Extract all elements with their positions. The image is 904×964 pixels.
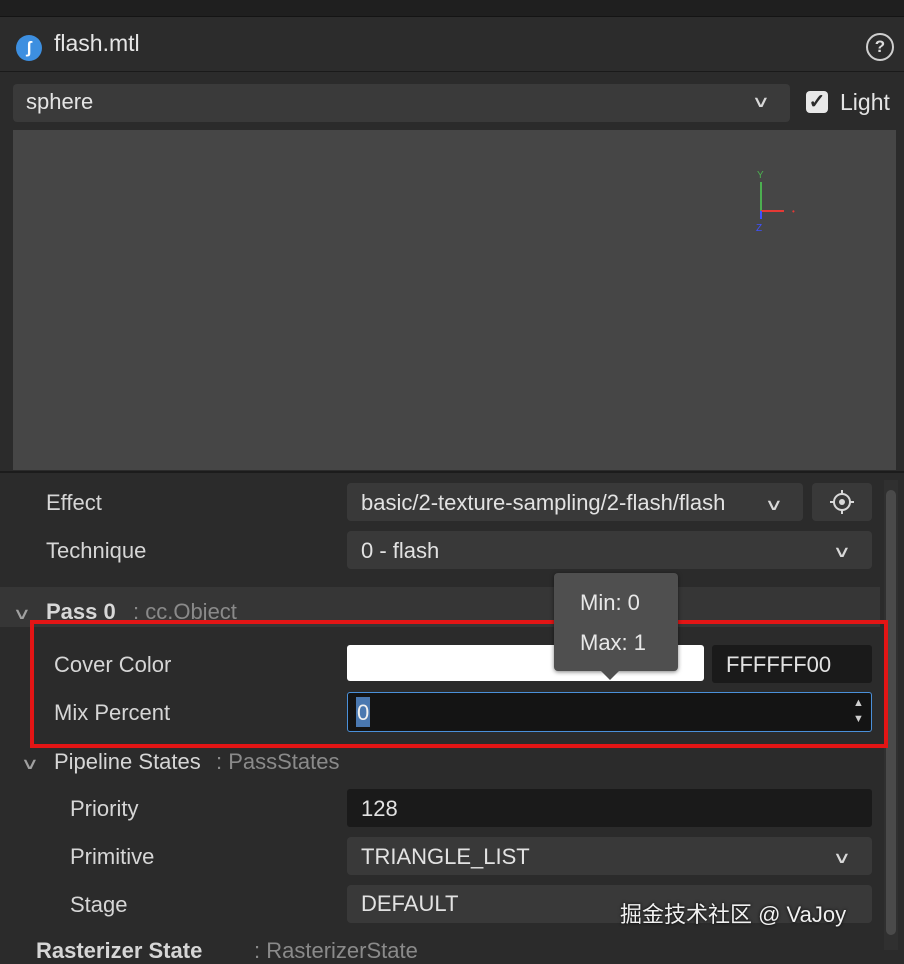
gizmo-y-label: Y [757, 170, 764, 181]
preview-model-value: sphere [26, 89, 94, 114]
chevron-down-icon[interactable]: ∨ [832, 848, 851, 868]
chevron-down-icon[interactable]: ∨ [832, 542, 851, 562]
top-strip [0, 0, 904, 17]
priority-label: Priority [70, 796, 139, 821]
primitive-label: Primitive [70, 844, 155, 869]
pipeline-states-title: Pipeline States [54, 749, 201, 774]
chevron-down-icon[interactable]: ∨ [12, 604, 31, 624]
rasterizer-state-type: : RasterizerState [254, 938, 418, 963]
tooltip-min: Min: 0 [580, 590, 640, 615]
asset-title: flash.mtl [54, 30, 140, 56]
priority-input[interactable] [347, 789, 872, 827]
help-icon[interactable]: ? [866, 33, 894, 61]
technique-label: Technique [46, 538, 147, 563]
chevron-down-icon[interactable]: ∨ [751, 92, 770, 112]
stage-value: DEFAULT [361, 891, 459, 916]
tooltip-arrow [600, 670, 620, 680]
range-tooltip [554, 573, 678, 671]
technique-value: 0 - flash [361, 538, 440, 563]
locate-icon [830, 490, 854, 514]
stage-label: Stage [70, 892, 128, 917]
pipeline-states-type: : PassStates [216, 749, 340, 774]
watermark: 掘金技术社区 @ VaJoy [620, 902, 847, 927]
axis-gizmo-icon: Y • Z [756, 170, 795, 234]
effect-value: basic/2-texture-sampling/2-flash/flash [361, 490, 726, 515]
primitive-value: TRIANGLE_LIST [361, 844, 530, 869]
chevron-down-icon[interactable]: ∨ [20, 754, 39, 774]
effect-label: Effect [46, 490, 102, 515]
preview-model-select[interactable] [13, 84, 790, 122]
tooltip-max: Max: 1 [580, 630, 647, 655]
gizmo-x-label: • [792, 207, 795, 216]
rasterizer-state-title[interactable]: Rasterizer State [36, 938, 202, 964]
divider [0, 471, 904, 473]
gizmo-z-label: Z [756, 223, 762, 234]
light-label: Light [840, 89, 890, 115]
chevron-down-icon[interactable]: ∨ [764, 495, 783, 515]
material-asset-icon: ʃ [16, 35, 42, 61]
highlight-annotation [30, 620, 888, 748]
priority-value: 128 [361, 796, 398, 821]
light-checkbox[interactable]: ✓ [806, 91, 828, 113]
